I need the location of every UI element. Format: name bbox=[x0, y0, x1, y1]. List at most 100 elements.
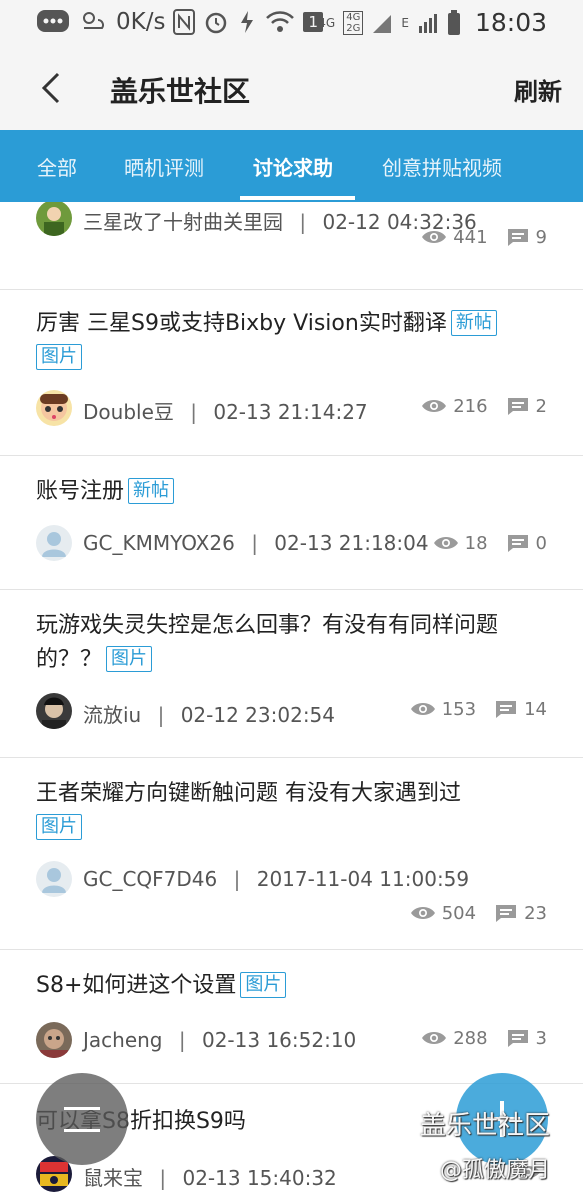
alarm-icon bbox=[206, 12, 227, 34]
network-dual-badge: 4G 2G bbox=[343, 10, 364, 35]
clock: 18:03 bbox=[474, 8, 547, 37]
view-count: 216 bbox=[453, 395, 488, 417]
eye-icon bbox=[410, 907, 435, 919]
tab-bar: 全部 晒机评测 讨论求助 创意拼贴视频 bbox=[0, 130, 583, 202]
comment-count: 23 bbox=[524, 902, 547, 924]
avatar[interactable] bbox=[36, 390, 72, 426]
post-author-time: 三星改了十射曲关里园 | 02-12 04:32:36 bbox=[83, 206, 477, 235]
comment-count: 14 bbox=[524, 698, 547, 720]
post-item[interactable]: S8+如何进这个设置 图片 Jacheng | 02-13 16:52:10 28… bbox=[0, 949, 583, 1084]
post-author-time: Jacheng | 02-13 16:52:10 bbox=[83, 1028, 356, 1052]
separator: | bbox=[190, 400, 197, 424]
avatar[interactable] bbox=[36, 693, 72, 729]
post-time: 02-13 15:40:32 bbox=[182, 1166, 337, 1190]
signal-icon bbox=[373, 14, 392, 33]
author-name: 三星改了十射曲关里园 bbox=[83, 210, 283, 234]
avatar[interactable] bbox=[36, 1022, 72, 1058]
watermark-user: @孤傲魔月 bbox=[440, 1158, 551, 1183]
author-name: GC_CQF7D46 bbox=[83, 867, 218, 891]
separator: | bbox=[157, 703, 165, 727]
comment-icon bbox=[507, 1030, 528, 1047]
post-stats: 18 0 bbox=[433, 530, 547, 556]
data-icon bbox=[241, 11, 254, 33]
author-name: Double豆 bbox=[83, 400, 174, 424]
post-stats: 441 9 bbox=[421, 224, 547, 250]
new-tag: 新帖 bbox=[128, 478, 175, 504]
tab-discussion[interactable]: 讨论求助 bbox=[253, 152, 333, 181]
post-title-text: 王者荣耀方向键断触问题 有没有大家遇到过 bbox=[36, 781, 461, 806]
network-e-label: E bbox=[401, 15, 409, 30]
post-stats: 216 2 bbox=[421, 393, 547, 419]
eye-icon bbox=[422, 1032, 447, 1044]
post-time: 02-12 23:02:54 bbox=[180, 703, 335, 727]
status-left: 0K/s 1 bbox=[36, 8, 323, 36]
avatar[interactable] bbox=[36, 861, 72, 897]
post-author-time: 鼠来宝 | 02-13 15:40:32 bbox=[83, 1162, 337, 1191]
post-author-time: GC_CQF7D46 | 2017-11-04 11:00:59 bbox=[83, 867, 469, 891]
post-author-time: GC_KMMYOX26 | 02-13 21:18:04 bbox=[83, 531, 429, 555]
tab-creative-video[interactable]: 创意拼贴视频 bbox=[382, 152, 502, 181]
post-item[interactable]: 厉害 三星S9或支持Bixby Vision实时翻译 新帖 图片 Double豆 … bbox=[0, 289, 583, 456]
post-time: 02-13 21:18:04 bbox=[274, 531, 429, 555]
eye-icon bbox=[433, 537, 458, 549]
tab-all[interactable]: 全部 bbox=[37, 152, 77, 181]
post-time: 02-13 21:14:27 bbox=[213, 400, 368, 424]
post-title[interactable]: 王者荣耀方向键断触问题 有没有大家遇到过 图片 bbox=[36, 777, 547, 845]
separator: | bbox=[233, 867, 241, 891]
eye-icon bbox=[410, 703, 435, 715]
chevron-left-icon[interactable] bbox=[38, 68, 66, 108]
post-item[interactable]: 王者荣耀方向键断触问题 有没有大家遇到过 图片 GC_CQF7D46 | 201… bbox=[0, 757, 583, 950]
chat-bubble-icon bbox=[37, 10, 69, 32]
menu-icon bbox=[64, 1107, 100, 1132]
post-time: 02-13 16:52:10 bbox=[201, 1028, 357, 1052]
post-title[interactable]: 玩游戏失灵失控是怎么回事？有没有有同样问题的？？ 图片 bbox=[36, 609, 547, 677]
tab-reviews[interactable]: 晒机评测 bbox=[124, 152, 204, 181]
status-bar: 0K/s 1 4G 4G 2G E 18:03 bbox=[0, 0, 583, 46]
wifi-icon bbox=[266, 11, 295, 32]
post-stats: 153 14 bbox=[410, 696, 547, 722]
post-title-text: 厉害 三星S9或支持Bixby Vision实时翻译 bbox=[36, 311, 447, 336]
post-item[interactable]: 玩游戏失灵失控是怎么回事？有没有有同样问题的？？ 图片 流放iu | 02-12 … bbox=[0, 589, 583, 758]
post-title-text: S8+如何进这个设置 bbox=[36, 973, 237, 998]
post-item[interactable]: 三星改了十射曲关里园 | 02-12 04:32:36 441 9 bbox=[0, 202, 583, 290]
post-list[interactable]: 三星改了十射曲关里园 | 02-12 04:32:36 441 9 厉害 三星S… bbox=[0, 202, 583, 1200]
comment-icon bbox=[507, 398, 528, 415]
author-name: 鼠来宝 bbox=[83, 1166, 143, 1190]
post-title[interactable]: 账号注册 新帖 bbox=[36, 475, 547, 509]
view-count: 288 bbox=[453, 1027, 488, 1049]
author-name: 流放iu bbox=[83, 703, 142, 727]
comment-icon bbox=[496, 701, 517, 718]
post-item[interactable]: 账号注册 新帖 GC_KMMYOX26 | 02-13 21:18:04 18 0 bbox=[0, 455, 583, 590]
eye-icon bbox=[422, 400, 447, 412]
view-count: 504 bbox=[441, 902, 477, 924]
post-author-time: Double豆 | 02-13 21:14:27 bbox=[83, 396, 368, 425]
post-stats: 504 23 bbox=[410, 900, 547, 926]
post-meta: GC_CQF7D46 | 2017-11-04 11:00:59 bbox=[36, 861, 547, 899]
network-4g-label: 4G bbox=[318, 15, 336, 30]
signal-2-icon bbox=[418, 13, 437, 33]
nfc-icon bbox=[173, 9, 196, 35]
watermark-title: 盖乐世社区 bbox=[420, 1111, 551, 1141]
post-author-time: 流放iu | 02-12 23:02:54 bbox=[83, 699, 335, 728]
post-stats: 288 3 bbox=[421, 1025, 547, 1051]
comment-icon bbox=[507, 229, 528, 246]
post-title[interactable]: 厉害 三星S9或支持Bixby Vision实时翻译 新帖 图片 bbox=[36, 307, 547, 375]
eye-icon bbox=[422, 231, 447, 243]
avatar[interactable] bbox=[36, 525, 72, 561]
comment-count: 3 bbox=[535, 1027, 547, 1049]
refresh-button[interactable]: 刷新 bbox=[514, 72, 562, 107]
avatar[interactable] bbox=[36, 202, 72, 236]
post-time: 2017-11-04 11:00:59 bbox=[256, 867, 470, 891]
image-tag: 图片 bbox=[106, 646, 153, 672]
view-count: 153 bbox=[441, 698, 477, 720]
view-count: 441 bbox=[453, 226, 488, 248]
app-bar: 盖乐世社区 刷新 bbox=[0, 46, 583, 131]
weather-icon bbox=[83, 12, 104, 29]
comment-count: 2 bbox=[535, 395, 547, 417]
comment-count: 0 bbox=[535, 532, 547, 554]
post-title[interactable]: S8+如何进这个设置 图片 bbox=[36, 969, 547, 1003]
menu-button[interactable] bbox=[36, 1073, 128, 1165]
tab-active-indicator bbox=[240, 196, 355, 200]
view-count: 18 bbox=[464, 532, 488, 554]
separator: | bbox=[159, 1166, 167, 1190]
